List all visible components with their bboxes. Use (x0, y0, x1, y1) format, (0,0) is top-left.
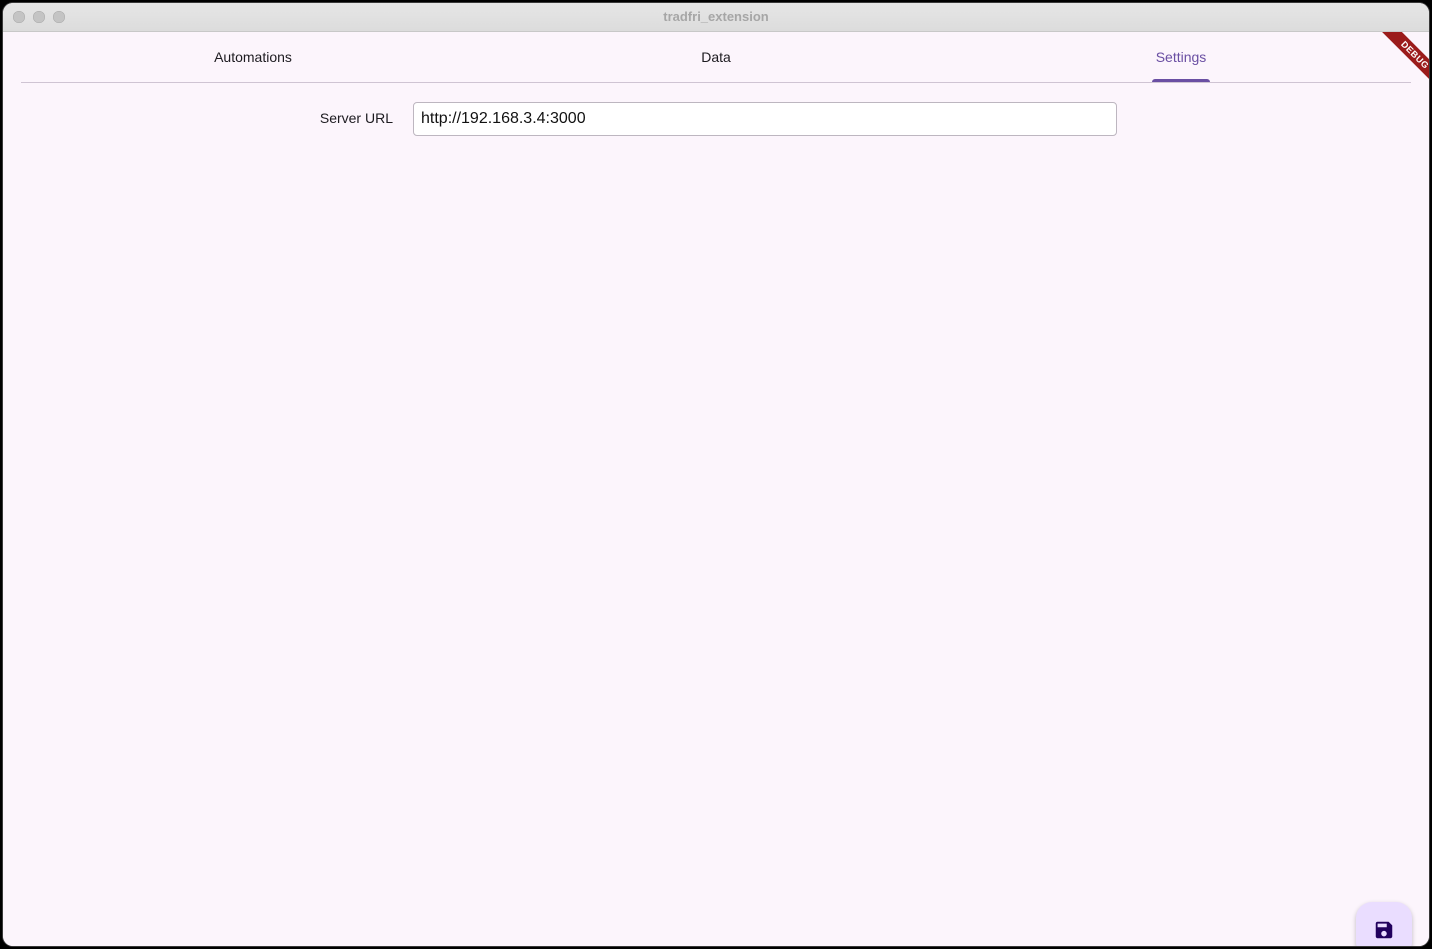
server-url-input[interactable] (413, 102, 1117, 136)
server-url-row: Server URL (3, 102, 1429, 138)
window-title: tradfri_extension (663, 9, 769, 24)
server-url-label: Server URL (319, 110, 393, 126)
title-bar: tradfri_extension (3, 3, 1429, 32)
tab-automations[interactable]: Automations (188, 32, 318, 82)
save-button[interactable] (1356, 902, 1412, 946)
app-window: tradfri_extension Automations Data Setti… (3, 3, 1429, 946)
tab-bar: Automations Data Settings (21, 32, 1411, 83)
save-icon (1373, 919, 1395, 941)
selected-tab-indicator (1152, 79, 1210, 82)
main-content: Automations Data Settings Server URL (3, 32, 1429, 946)
tab-settings[interactable]: Settings (1116, 32, 1246, 82)
tab-data[interactable]: Data (651, 32, 781, 82)
